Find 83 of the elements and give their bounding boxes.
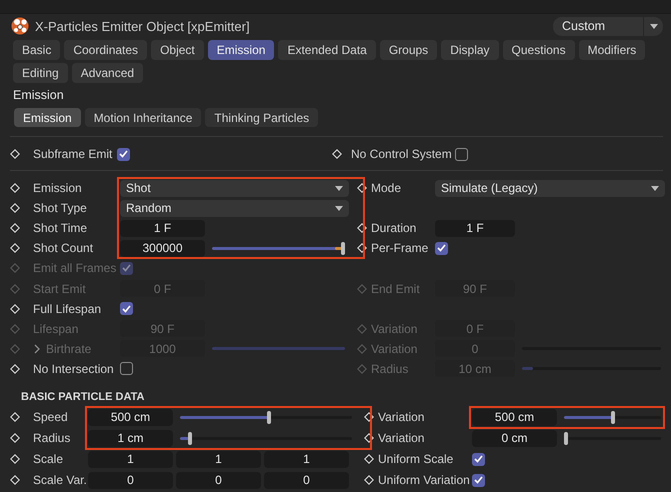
parameter-label: Uniform Scale	[378, 452, 454, 466]
parameter-label: Lifespan	[33, 322, 80, 336]
tab[interactable]: Basic	[13, 40, 60, 60]
number-field[interactable]: 0	[88, 472, 173, 489]
parameter-label: Radius	[33, 431, 72, 446]
tab[interactable]: Modifiers	[578, 40, 646, 60]
window-title: X-Particles Emitter Object [xpEmitter]	[35, 18, 251, 34]
number-field[interactable]: 0	[264, 472, 349, 489]
parameter-label: Subframe Emit	[33, 147, 114, 161]
emitter-logo-icon	[11, 17, 29, 35]
caret-icon	[335, 206, 343, 211]
dropdown[interactable]: Random	[120, 200, 349, 217]
tab[interactable]: Motion Inheritance	[84, 108, 202, 127]
parameter-label: Speed	[33, 410, 69, 424]
parameter-label: Shot Time	[33, 221, 88, 236]
section-title: Emission	[12, 87, 65, 103]
number-field[interactable]: 500 cm	[472, 408, 557, 426]
slider-thumb[interactable]	[564, 432, 568, 445]
parameter-label: Scale	[33, 452, 64, 466]
caret-icon	[651, 186, 659, 191]
number-field[interactable]: 0	[176, 472, 261, 489]
checkbox[interactable]	[120, 362, 133, 376]
parameter-label: Scale Var.	[33, 473, 88, 488]
slider-thumb[interactable]	[610, 410, 614, 424]
group-title: BASIC PARTICLE DATA	[20, 390, 146, 405]
checkbox[interactable]	[117, 148, 130, 160]
number-field[interactable]: 1	[264, 450, 349, 468]
slider-thumb[interactable]	[267, 410, 272, 424]
checkbox[interactable]	[455, 148, 468, 160]
parameter-label: Variation	[378, 410, 426, 424]
parameter-label: Per-Frame	[371, 241, 430, 256]
parameter-label: Uniform Variation	[378, 473, 471, 488]
number-field[interactable]: 1 F	[120, 220, 205, 237]
dropdown[interactable]: Simulate (Legacy)	[435, 180, 665, 197]
parameter-label: Shot Type	[33, 201, 88, 216]
parameter-label: Mode	[371, 181, 402, 196]
slider-thumb[interactable]	[188, 432, 192, 445]
parameter-label: Emission	[33, 181, 83, 196]
caret-icon	[335, 186, 343, 191]
slider[interactable]	[212, 242, 345, 255]
tab[interactable]: Emission	[14, 108, 81, 127]
number-field[interactable]: 1	[176, 450, 261, 468]
number-field[interactable]: 0 cm	[472, 430, 557, 447]
number-field[interactable]: 300000	[120, 240, 205, 257]
parameter-label: No Control System	[351, 147, 453, 161]
tab[interactable]: Thinking Particles	[205, 108, 318, 127]
tab[interactable]: Extended Data	[278, 40, 376, 60]
parameter-label: Radius	[371, 362, 410, 376]
preset-dropdown[interactable]: Custom	[553, 16, 663, 36]
caret-icon	[650, 24, 658, 28]
number-field[interactable]: 1 F	[435, 220, 515, 237]
parameter-label: Shot Count	[33, 241, 94, 256]
number-field[interactable]: 1 cm	[88, 430, 173, 447]
tab[interactable]: Groups	[380, 40, 438, 60]
parameter-label: Duration	[371, 221, 418, 236]
slider-thumb[interactable]	[341, 242, 345, 255]
parameter-label: Birthrate	[33, 342, 120, 356]
tab[interactable]: Coordinates	[64, 40, 148, 60]
parameter-label: End Emit	[371, 282, 421, 296]
number-field[interactable]: 1	[88, 450, 173, 468]
slider[interactable]	[564, 410, 661, 424]
tab[interactable]: Emission	[208, 40, 274, 60]
parameter-label: Full Lifespan	[33, 302, 102, 316]
tab[interactable]: Advanced	[72, 63, 144, 83]
parameter-label: No Intersection	[33, 362, 115, 376]
parameter-label: Variation	[371, 322, 418, 336]
tab[interactable]: Display	[441, 40, 499, 60]
checkbox[interactable]	[435, 242, 448, 255]
parameter-label: Emit all Frames	[33, 261, 118, 276]
dropdown[interactable]: Shot	[120, 180, 349, 197]
checkbox[interactable]	[472, 474, 485, 487]
parameter-label: Variation	[378, 431, 426, 446]
parameter-label: Variation	[371, 342, 418, 356]
number-field[interactable]: 500 cm	[88, 408, 173, 426]
tab[interactable]: Questions	[502, 40, 575, 60]
checkbox[interactable]	[120, 302, 133, 316]
tab[interactable]: Object	[151, 40, 204, 60]
slider[interactable]	[564, 432, 661, 445]
parameter-label: Start Emit	[33, 282, 87, 296]
slider[interactable]	[180, 410, 352, 424]
tab[interactable]: Editing	[13, 63, 68, 83]
checkbox[interactable]	[472, 452, 485, 466]
slider[interactable]	[180, 432, 352, 445]
